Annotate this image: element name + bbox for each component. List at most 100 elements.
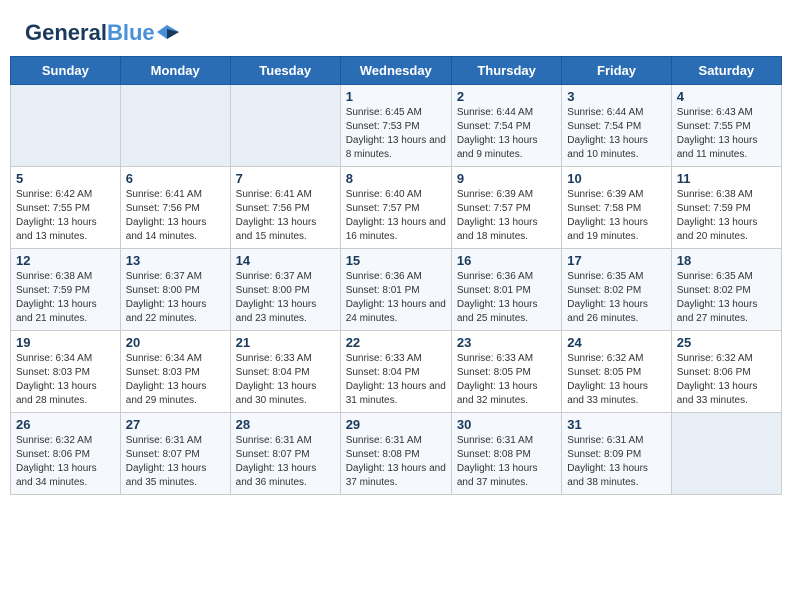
calendar-cell: 4 Sunrise: 6:43 AM Sunset: 7:55 PM Daylig… xyxy=(671,85,781,167)
day-number: 24 xyxy=(567,335,665,350)
calendar-cell: 18 Sunrise: 6:35 AM Sunset: 8:02 PM Dayli… xyxy=(671,249,781,331)
calendar-cell: 16 Sunrise: 6:36 AM Sunset: 8:01 PM Dayli… xyxy=(451,249,561,331)
day-info: Sunrise: 6:36 AM Sunset: 8:01 PM Dayligh… xyxy=(457,270,556,326)
week-row-5: 26 Sunrise: 6:32 AM Sunset: 8:06 PM Dayli… xyxy=(11,413,782,495)
day-number: 12 xyxy=(16,253,115,268)
calendar-cell: 19 Sunrise: 6:34 AM Sunset: 8:03 PM Dayli… xyxy=(11,331,121,413)
calendar-cell: 8Sunrise: 6:40 AM Sunset: 7:57 PM Daylig… xyxy=(340,167,451,249)
day-info: Sunrise: 6:36 AM Sunset: 8:01 PM Dayligh… xyxy=(346,270,446,326)
calendar-cell xyxy=(120,85,230,167)
calendar-cell: 15 Sunrise: 6:36 AM Sunset: 8:01 PM Dayli… xyxy=(340,249,451,331)
day-number: 17 xyxy=(567,253,665,268)
day-info: Sunrise: 6:33 AM Sunset: 8:05 PM Dayligh… xyxy=(457,352,556,408)
day-info: Sunrise: 6:39 AM Sunset: 7:58 PM Dayligh… xyxy=(567,188,665,244)
day-number: 13 xyxy=(126,253,225,268)
calendar-cell: 12Sunrise: 6:38 AM Sunset: 7:59 PM Dayli… xyxy=(11,249,121,331)
calendar-cell: 26 Sunrise: 6:32 AM Sunset: 8:06 PM Dayli… xyxy=(11,413,121,495)
day-number: 28 xyxy=(236,417,335,432)
calendar-cell: 7 Sunrise: 6:41 AM Sunset: 7:56 PM Daylig… xyxy=(230,167,340,249)
calendar-cell: 21 Sunrise: 6:33 AM Sunset: 8:04 PM Dayli… xyxy=(230,331,340,413)
day-info: Sunrise: 6:31 AM Sunset: 8:07 PM Dayligh… xyxy=(126,434,225,490)
day-info: Sunrise: 6:31 AM Sunset: 8:08 PM Dayligh… xyxy=(346,434,446,490)
day-number: 2 xyxy=(457,89,556,104)
day-number: 27 xyxy=(126,417,225,432)
day-info: Sunrise: 6:39 AM Sunset: 7:57 PM Dayligh… xyxy=(457,188,556,244)
week-row-4: 19 Sunrise: 6:34 AM Sunset: 8:03 PM Dayli… xyxy=(11,331,782,413)
weekday-header-thursday: Thursday xyxy=(451,57,561,85)
weekday-header-friday: Friday xyxy=(562,57,671,85)
day-number: 1 xyxy=(346,89,446,104)
day-info: Sunrise: 6:33 AM Sunset: 8:04 PM Dayligh… xyxy=(236,352,335,408)
week-row-3: 12Sunrise: 6:38 AM Sunset: 7:59 PM Dayli… xyxy=(11,249,782,331)
day-info: Sunrise: 6:45 AM Sunset: 7:53 PM Dayligh… xyxy=(346,106,446,162)
day-number: 22 xyxy=(346,335,446,350)
day-number: 9 xyxy=(457,171,556,186)
calendar-cell: 20 Sunrise: 6:34 AM Sunset: 8:03 PM Dayli… xyxy=(120,331,230,413)
day-info: Sunrise: 6:34 AM Sunset: 8:03 PM Dayligh… xyxy=(16,352,115,408)
calendar-cell: 24 Sunrise: 6:32 AM Sunset: 8:05 PM Dayli… xyxy=(562,331,671,413)
day-info: Sunrise: 6:31 AM Sunset: 8:09 PM Dayligh… xyxy=(567,434,665,490)
day-number: 4 xyxy=(677,89,776,104)
day-number: 23 xyxy=(457,335,556,350)
day-info: Sunrise: 6:35 AM Sunset: 8:02 PM Dayligh… xyxy=(677,270,776,326)
calendar-cell: 30 Sunrise: 6:31 AM Sunset: 8:08 PM Dayli… xyxy=(451,413,561,495)
calendar-cell: 23 Sunrise: 6:33 AM Sunset: 8:05 PM Dayli… xyxy=(451,331,561,413)
calendar-cell: 28 Sunrise: 6:31 AM Sunset: 8:07 PM Dayli… xyxy=(230,413,340,495)
day-number: 21 xyxy=(236,335,335,350)
day-number: 11 xyxy=(677,171,776,186)
day-number: 20 xyxy=(126,335,225,350)
day-info: Sunrise: 6:38 AM Sunset: 7:59 PM Dayligh… xyxy=(677,188,776,244)
calendar-cell: 22 Sunrise: 6:33 AM Sunset: 8:04 PM Dayli… xyxy=(340,331,451,413)
day-info: Sunrise: 6:33 AM Sunset: 8:04 PM Dayligh… xyxy=(346,352,446,408)
day-number: 10 xyxy=(567,171,665,186)
calendar-cell: 1 Sunrise: 6:45 AM Sunset: 7:53 PM Daylig… xyxy=(340,85,451,167)
day-number: 31 xyxy=(567,417,665,432)
day-number: 30 xyxy=(457,417,556,432)
calendar-cell xyxy=(11,85,121,167)
day-number: 3 xyxy=(567,89,665,104)
day-number: 16 xyxy=(457,253,556,268)
calendar-cell: 5 Sunrise: 6:42 AM Sunset: 7:55 PM Daylig… xyxy=(11,167,121,249)
day-info: Sunrise: 6:32 AM Sunset: 8:06 PM Dayligh… xyxy=(677,352,776,408)
calendar-cell: 10 Sunrise: 6:39 AM Sunset: 7:58 PM Dayli… xyxy=(562,167,671,249)
weekday-header-row: SundayMondayTuesdayWednesdayThursdayFrid… xyxy=(11,57,782,85)
calendar-cell: 2 Sunrise: 6:44 AM Sunset: 7:54 PM Daylig… xyxy=(451,85,561,167)
calendar-cell: 11 Sunrise: 6:38 AM Sunset: 7:59 PM Dayli… xyxy=(671,167,781,249)
day-info: Sunrise: 6:37 AM Sunset: 8:00 PM Dayligh… xyxy=(236,270,335,326)
logo-text: GeneralBlue xyxy=(25,20,155,46)
logo: GeneralBlue xyxy=(25,20,179,46)
day-info: Sunrise: 6:32 AM Sunset: 8:05 PM Dayligh… xyxy=(567,352,665,408)
calendar-cell: 31 Sunrise: 6:31 AM Sunset: 8:09 PM Dayli… xyxy=(562,413,671,495)
day-number: 25 xyxy=(677,335,776,350)
day-info: Sunrise: 6:43 AM Sunset: 7:55 PM Dayligh… xyxy=(677,106,776,162)
day-number: 19 xyxy=(16,335,115,350)
calendar-cell: 13 Sunrise: 6:37 AM Sunset: 8:00 PM Dayli… xyxy=(120,249,230,331)
day-number: 5 xyxy=(16,171,115,186)
day-number: 18 xyxy=(677,253,776,268)
day-info: Sunrise: 6:41 AM Sunset: 7:56 PM Dayligh… xyxy=(236,188,335,244)
day-info: Sunrise: 6:42 AM Sunset: 7:55 PM Dayligh… xyxy=(16,188,115,244)
weekday-header-tuesday: Tuesday xyxy=(230,57,340,85)
calendar-cell: 29 Sunrise: 6:31 AM Sunset: 8:08 PM Dayli… xyxy=(340,413,451,495)
day-number: 7 xyxy=(236,171,335,186)
day-number: 6 xyxy=(126,171,225,186)
day-number: 29 xyxy=(346,417,446,432)
day-info: Sunrise: 6:34 AM Sunset: 8:03 PM Dayligh… xyxy=(126,352,225,408)
weekday-header-saturday: Saturday xyxy=(671,57,781,85)
calendar-cell: 3Sunrise: 6:44 AM Sunset: 7:54 PM Daylig… xyxy=(562,85,671,167)
day-info: Sunrise: 6:37 AM Sunset: 8:00 PM Dayligh… xyxy=(126,270,225,326)
calendar-cell xyxy=(230,85,340,167)
calendar-cell: 17 Sunrise: 6:35 AM Sunset: 8:02 PM Dayli… xyxy=(562,249,671,331)
day-number: 8 xyxy=(346,171,446,186)
day-info: Sunrise: 6:31 AM Sunset: 8:08 PM Dayligh… xyxy=(457,434,556,490)
day-number: 15 xyxy=(346,253,446,268)
day-info: Sunrise: 6:32 AM Sunset: 8:06 PM Dayligh… xyxy=(16,434,115,490)
calendar-cell: 6Sunrise: 6:41 AM Sunset: 7:56 PM Daylig… xyxy=(120,167,230,249)
page-header: GeneralBlue xyxy=(10,10,782,51)
day-info: Sunrise: 6:44 AM Sunset: 7:54 PM Dayligh… xyxy=(457,106,556,162)
calendar-cell xyxy=(671,413,781,495)
calendar-cell: 14Sunrise: 6:37 AM Sunset: 8:00 PM Dayli… xyxy=(230,249,340,331)
day-number: 26 xyxy=(16,417,115,432)
day-info: Sunrise: 6:31 AM Sunset: 8:07 PM Dayligh… xyxy=(236,434,335,490)
day-info: Sunrise: 6:35 AM Sunset: 8:02 PM Dayligh… xyxy=(567,270,665,326)
